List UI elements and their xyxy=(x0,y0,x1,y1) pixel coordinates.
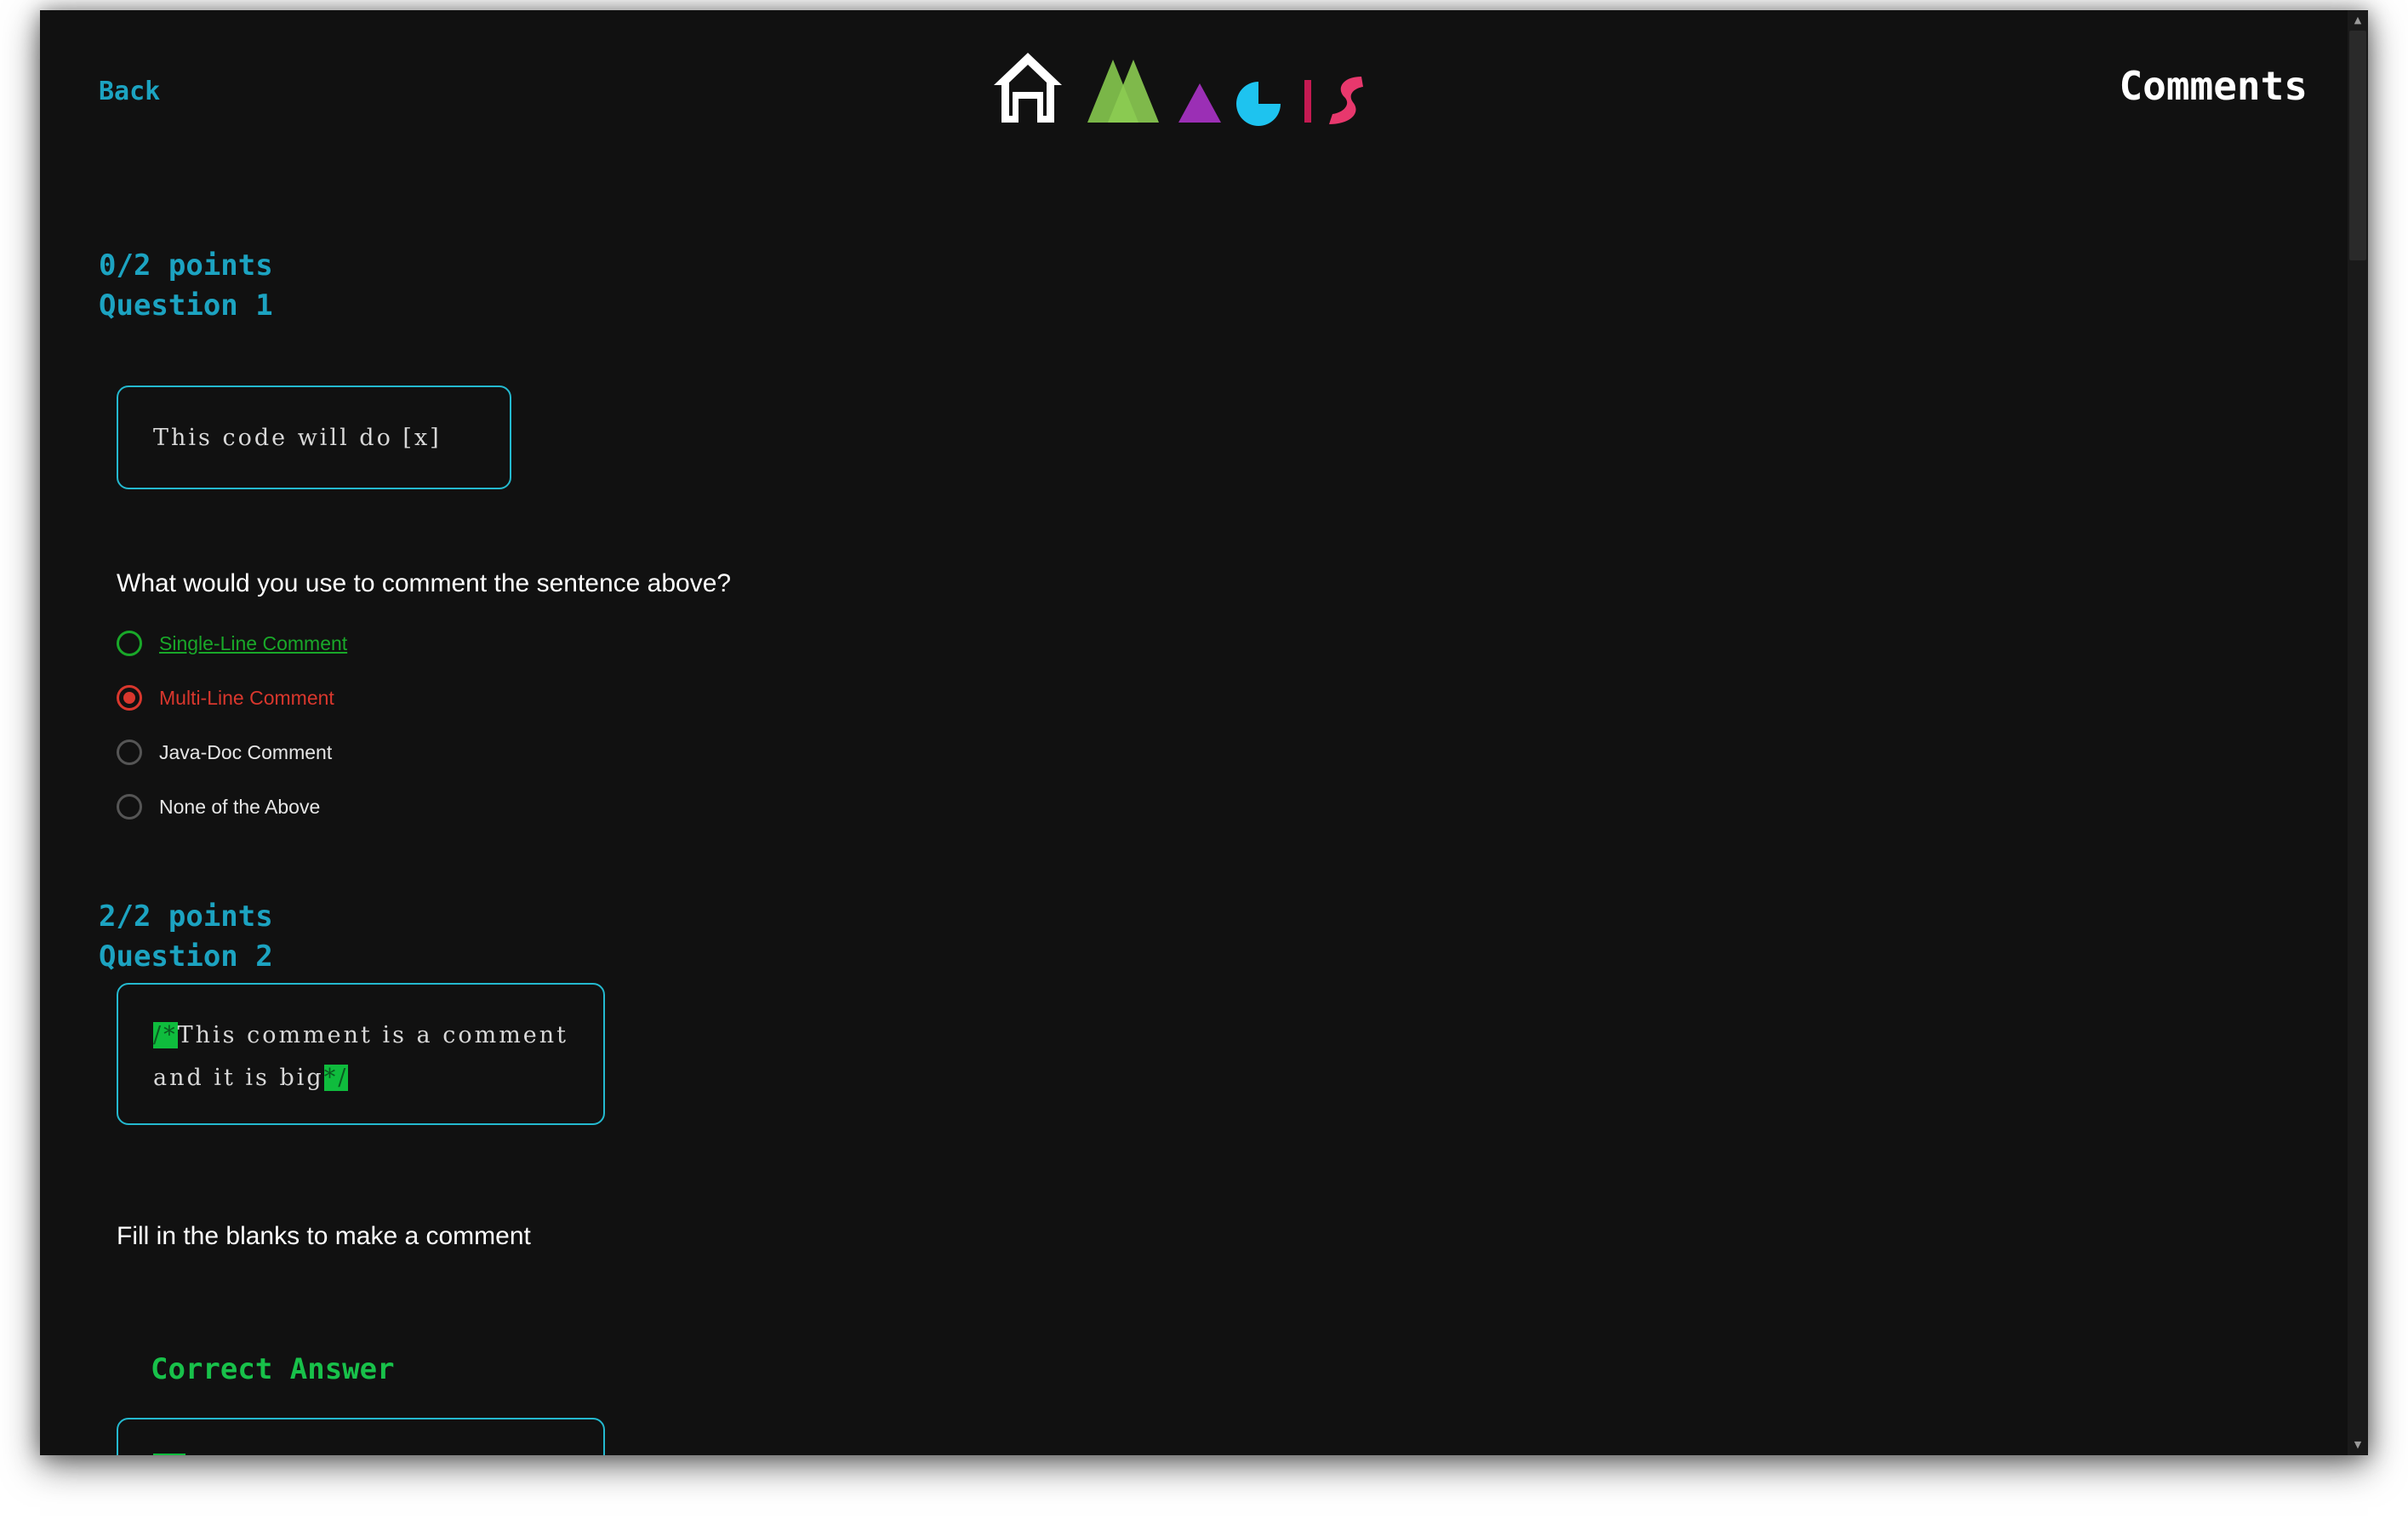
option-none-of-the-above[interactable]: None of the Above xyxy=(117,790,320,824)
radio-button[interactable] xyxy=(117,685,142,711)
comment-close-blank[interactable]: */ xyxy=(323,1065,349,1091)
logo-letter-s xyxy=(1329,77,1363,124)
question-1-code-box: This code will do [x] xyxy=(117,386,511,489)
question-2-code-box: /*This comment is a comment and it is bi… xyxy=(117,983,605,1125)
option-label: None of the Above xyxy=(159,795,321,818)
correct-answer-highlight xyxy=(153,1454,185,1455)
radio-button[interactable] xyxy=(117,794,142,820)
logo-letter-m xyxy=(1087,60,1159,123)
option-label: Single-Line Comment xyxy=(159,631,348,654)
question-1-title: Question 1 xyxy=(99,288,273,323)
radio-button[interactable] xyxy=(117,740,142,765)
question-2-points: 2/2 points xyxy=(99,900,273,934)
home-icon xyxy=(994,53,1062,123)
option-multi-line-comment[interactable]: Multi-Line Comment xyxy=(117,681,334,715)
scroll-down-icon[interactable]: ▼ xyxy=(2348,1436,2368,1454)
magis-logo[interactable] xyxy=(987,41,1429,136)
option-single-line-comment[interactable]: Single-Line Comment xyxy=(117,626,347,660)
scroll-up-icon[interactable]: ▲ xyxy=(2348,12,2368,29)
back-link[interactable]: Back xyxy=(99,77,160,106)
question-2-code-text: This comment is a comment and it is big xyxy=(153,1022,569,1091)
logo-letter-a xyxy=(1178,83,1221,123)
logo-letter-i xyxy=(1304,80,1311,123)
question-1-prompt: What would you use to comment the senten… xyxy=(117,569,732,597)
comment-open-blank[interactable]: /* xyxy=(153,1022,178,1048)
question-2-prompt: Fill in the blanks to make a comment xyxy=(117,1222,531,1250)
logo-letter-g xyxy=(1236,82,1281,126)
vertical-scrollbar[interactable]: ▲ ▼ xyxy=(2348,10,2368,1455)
correct-answer-code-box xyxy=(117,1418,605,1455)
app-window: Back Comments 0/2 points Question 1 This… xyxy=(40,10,2368,1455)
scrollbar-thumb[interactable] xyxy=(2349,31,2366,260)
option-java-doc-comment[interactable]: Java-Doc Comment xyxy=(117,735,332,769)
radio-button[interactable] xyxy=(117,631,142,656)
page-title: Comments xyxy=(2119,63,2308,109)
option-label: Multi-Line Comment xyxy=(159,686,334,709)
question-2-title: Question 2 xyxy=(99,940,273,974)
correct-answer-heading: Correct Answer xyxy=(151,1352,395,1386)
question-1-points: 0/2 points xyxy=(99,248,273,283)
question-1-code-text: This code will do [x] xyxy=(153,425,442,451)
option-label: Java-Doc Comment xyxy=(159,740,333,763)
